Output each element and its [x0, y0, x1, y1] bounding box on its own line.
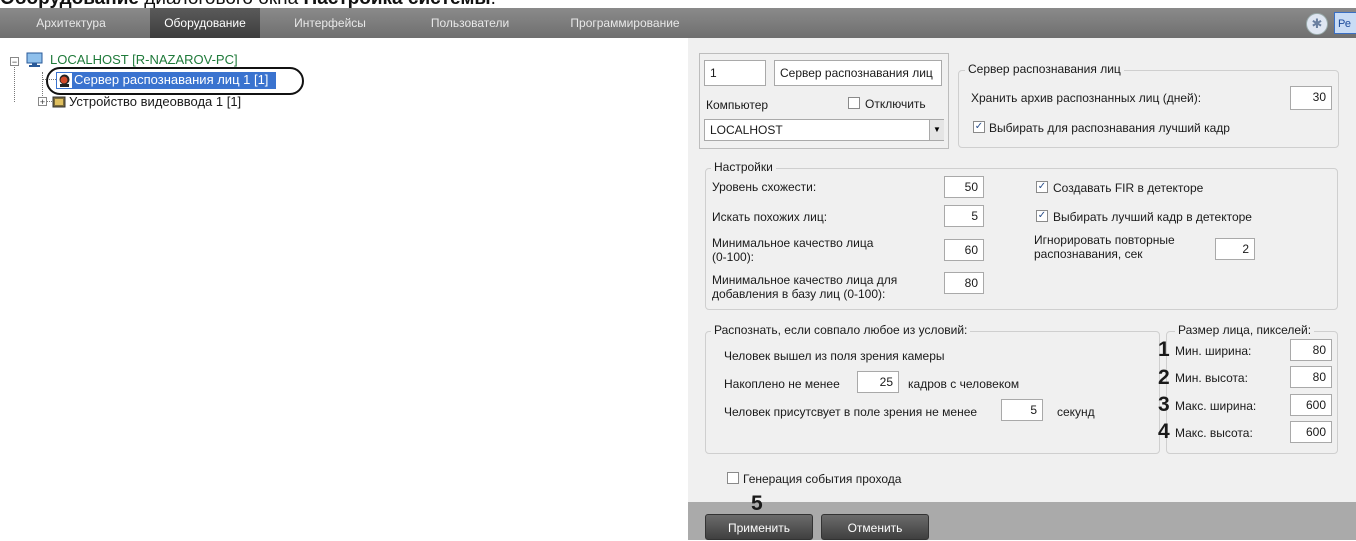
- pass-event-label: Генерация события прохода: [743, 472, 902, 486]
- callout-3: 3: [1158, 393, 1170, 416]
- best-frame-detector-label: Выбирать лучший кадр в детекторе: [1053, 210, 1252, 224]
- ignore-repeat-field[interactable]: 2: [1215, 238, 1255, 260]
- accumulated-frames-field[interactable]: 25: [857, 371, 899, 393]
- create-fir-label: Создавать FIR в детекторе: [1053, 181, 1204, 195]
- min-width-label: Мин. ширина:: [1175, 344, 1252, 358]
- computer-icon: [25, 52, 45, 67]
- present-prefix: Человек присутсвует в поле зрения не мен…: [724, 405, 978, 419]
- tree-item-face-server[interactable]: Сервер распознавания лиц 1 [1]: [56, 72, 276, 89]
- tab-equipment[interactable]: Оборудование: [150, 8, 260, 38]
- present-seconds-field[interactable]: 5: [1001, 399, 1043, 421]
- max-width-label: Макс. ширина:: [1175, 399, 1257, 413]
- best-frame-detector-checkbox[interactable]: ✓: [1036, 210, 1048, 222]
- server-group-title: Сервер распознавания лиц: [965, 62, 1124, 76]
- object-id-field[interactable]: 1: [704, 60, 766, 86]
- similarity-field[interactable]: 50: [944, 176, 984, 198]
- archive-days-label: Хранить архив распознанных лиц (дней):: [971, 91, 1202, 105]
- computer-select[interactable]: LOCALHOST: [704, 119, 944, 141]
- create-fir-checkbox[interactable]: ✓: [1036, 181, 1048, 193]
- help-icon[interactable]: ✱: [1306, 13, 1328, 35]
- max-width-field[interactable]: 600: [1290, 394, 1332, 416]
- ignore-repeat-label-2: распознавания, сек: [1034, 247, 1143, 261]
- face-size-group-title: Размер лица, пикселей:: [1175, 323, 1315, 337]
- min-width-field[interactable]: 80: [1290, 339, 1332, 361]
- disable-label: Отключить: [865, 97, 926, 111]
- tab-programming[interactable]: Программирование: [555, 8, 695, 38]
- min-quality-db-field[interactable]: 80: [944, 272, 984, 294]
- present-suffix: секунд: [1057, 405, 1095, 419]
- similar-faces-field[interactable]: 5: [944, 205, 984, 227]
- tab-interfaces[interactable]: Интерфейсы: [280, 8, 380, 38]
- min-quality-label-2: (0-100):: [712, 250, 755, 264]
- similar-faces-label: Искать похожих лиц:: [712, 210, 828, 224]
- face-server-icon: [57, 73, 72, 88]
- callout-2: 2: [1158, 366, 1170, 389]
- tree-connector: [14, 62, 15, 102]
- tab-users[interactable]: Пользователи: [415, 8, 525, 38]
- callout-1: 1: [1158, 338, 1170, 361]
- tab-bar: Архитектура Оборудование Интерфейсы Поль…: [0, 8, 1356, 38]
- pass-event-checkbox[interactable]: [727, 472, 739, 484]
- min-quality-label: Минимальное качество лица: [712, 236, 874, 250]
- max-height-field[interactable]: 600: [1290, 421, 1332, 443]
- settings-group-title: Настройки: [711, 160, 776, 174]
- best-frame-checkbox[interactable]: ✓: [973, 121, 985, 133]
- max-height-label: Макс. высота:: [1175, 426, 1253, 440]
- left-view-label: Человек вышел из поля зрения камеры: [724, 349, 945, 363]
- object-name-field[interactable]: Сервер распознавания лиц: [774, 60, 942, 86]
- tree-item-label: Сервер распознавания лиц 1 [1]: [74, 72, 269, 87]
- server-group: [958, 70, 1339, 148]
- apply-button[interactable]: Применить: [705, 514, 813, 540]
- archive-days-field[interactable]: 30: [1290, 86, 1332, 110]
- tree-root-localhost[interactable]: LOCALHOST [R-NAZAROV-PC]: [50, 52, 238, 67]
- disable-checkbox[interactable]: [848, 97, 860, 109]
- min-quality-db-label: Минимальное качество лица для: [712, 273, 898, 287]
- tab-architecture[interactable]: Архитектура: [20, 8, 122, 38]
- accumulated-suffix: кадров с человеком: [908, 377, 1020, 391]
- tab-right-cut[interactable]: Ре: [1334, 12, 1356, 34]
- callout-5: 5: [751, 492, 763, 515]
- computer-label: Компьютер: [706, 98, 769, 112]
- expand-icon[interactable]: +: [38, 97, 47, 107]
- min-height-label: Мин. высота:: [1175, 371, 1248, 385]
- recognize-group-title: Распознать, если совпало любое из услови…: [711, 323, 971, 337]
- ignore-repeat-label: Игнорировать повторные: [1034, 233, 1175, 247]
- accumulated-prefix: Накоплено не менее: [724, 377, 840, 391]
- collapse-icon[interactable]: −: [10, 57, 19, 67]
- tree-item-video-device[interactable]: Устройство видеоввода 1 [1]: [69, 94, 241, 109]
- chevron-down-icon[interactable]: ▼: [929, 120, 944, 140]
- min-quality-db-label-2: добавления в базу лиц (0-100):: [712, 287, 886, 301]
- best-frame-label: Выбирать для распознавания лучший кадр: [989, 121, 1230, 135]
- video-device-icon: [52, 95, 66, 109]
- callout-4: 4: [1158, 420, 1170, 443]
- similarity-label: Уровень схожести:: [712, 180, 817, 194]
- cancel-button[interactable]: Отменить: [821, 514, 929, 540]
- min-height-field[interactable]: 80: [1290, 366, 1332, 388]
- min-quality-field[interactable]: 60: [944, 239, 984, 261]
